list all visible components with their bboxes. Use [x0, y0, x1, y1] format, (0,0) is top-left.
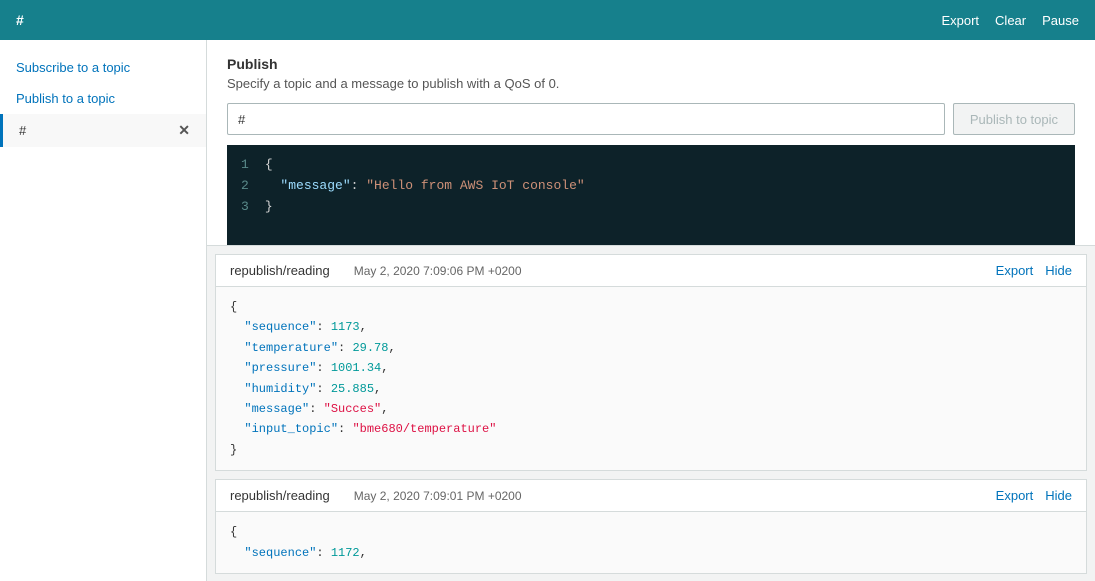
message-topic-2: republish/reading	[230, 488, 330, 503]
header-actions: Export Clear Pause	[941, 13, 1079, 28]
header-topic-title: #	[16, 12, 24, 28]
close-subscription-button[interactable]: ✕	[178, 122, 190, 139]
code-editor: 1 2 3 { "message": "Hello from AWS IoT c…	[227, 145, 1075, 245]
main-layout: Subscribe to a topic Publish to a topic …	[0, 40, 1095, 581]
message-topic: republish/reading	[230, 263, 330, 278]
publish-title: Publish	[227, 56, 1075, 72]
message-card-header-2: republish/reading May 2, 2020 7:09:01 PM…	[216, 480, 1086, 512]
publish-topic-row: Publish to topic	[227, 103, 1075, 135]
subscription-label: #	[19, 123, 178, 138]
publish-link[interactable]: Publish to a topic	[0, 83, 206, 114]
topic-input[interactable]	[227, 103, 945, 135]
sidebar: Subscribe to a topic Publish to a topic …	[0, 40, 207, 581]
content-area: Publish Specify a topic and a message to…	[207, 40, 1095, 581]
publish-description: Specify a topic and a message to publish…	[227, 76, 1075, 91]
publish-to-topic-button[interactable]: Publish to topic	[953, 103, 1075, 135]
message-hide-button-2[interactable]: Hide	[1045, 488, 1072, 503]
pause-button[interactable]: Pause	[1042, 13, 1079, 28]
message-timestamp: May 2, 2020 7:09:06 PM +0200	[354, 264, 522, 278]
message-card-header: republish/reading May 2, 2020 7:09:06 PM…	[216, 255, 1086, 287]
messages-container: republish/reading May 2, 2020 7:09:06 PM…	[207, 254, 1095, 581]
code-content[interactable]: { "message": "Hello from AWS IoT console…	[265, 155, 1061, 235]
message-export-button-2[interactable]: Export	[996, 488, 1034, 503]
export-button[interactable]: Export	[941, 13, 979, 28]
message-body-2: { "sequence": 1172,	[216, 512, 1086, 573]
message-card-actions-2: Export Hide	[996, 488, 1072, 503]
message-timestamp-2: May 2, 2020 7:09:01 PM +0200	[354, 489, 522, 503]
subscribe-link[interactable]: Subscribe to a topic	[0, 52, 206, 83]
message-card-2: republish/reading May 2, 2020 7:09:01 PM…	[215, 479, 1087, 574]
publish-section: Publish Specify a topic and a message to…	[207, 40, 1095, 246]
message-hide-button[interactable]: Hide	[1045, 263, 1072, 278]
clear-button[interactable]: Clear	[995, 13, 1026, 28]
message-card-actions: Export Hide	[996, 263, 1072, 278]
message-card: republish/reading May 2, 2020 7:09:06 PM…	[215, 254, 1087, 471]
message-export-button[interactable]: Export	[996, 263, 1034, 278]
code-line-numbers: 1 2 3	[241, 155, 249, 235]
top-header: # Export Clear Pause	[0, 0, 1095, 40]
sidebar-subscription-item: # ✕	[0, 114, 206, 147]
message-body: { "sequence": 1173, "temperature": 29.78…	[216, 287, 1086, 470]
